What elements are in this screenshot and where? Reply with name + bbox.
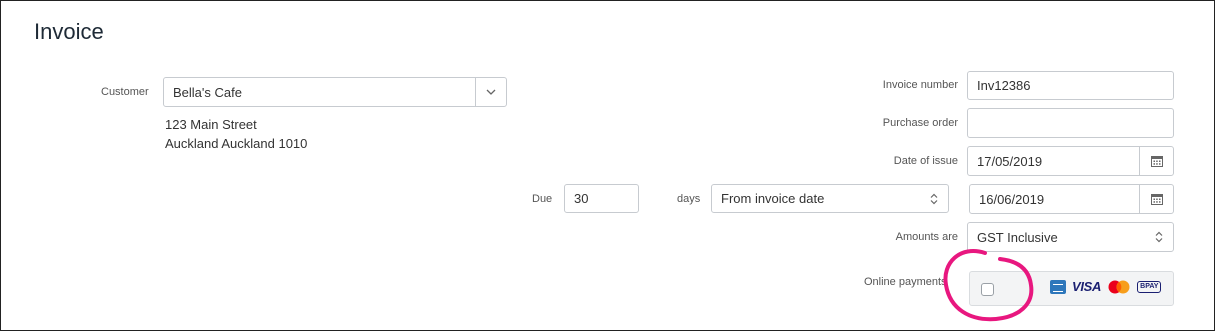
visa-icon: VISA [1072,279,1102,294]
invoice-number-label: Invoice number [882,79,958,91]
days-label: days [677,193,701,205]
bpay-icon: BPAY [1137,280,1162,293]
customer-dropdown-button[interactable] [475,77,507,107]
invoice-number-value: Inv12386 [977,78,1031,93]
highlight-circle [943,249,1034,322]
page-title: Invoice [34,19,104,44]
due-days-field[interactable]: 30 [564,184,639,213]
amounts-are-label: Amounts are [895,231,958,243]
customer-input[interactable]: Bella's Cafe [163,77,476,107]
customer-label: Customer [101,86,149,98]
customer-address-line1: 123 Main Street [165,117,257,132]
due-date-value: 16/06/2019 [979,191,1045,207]
calendar-button[interactable] [1139,185,1173,213]
calendar-icon [1150,194,1163,205]
due-label: Due [532,193,553,205]
customer-address-line2: Auckland Auckland 1010 [165,136,308,151]
customer-value: Bella's Cafe [173,84,242,100]
date-of-issue-label: Date of issue [893,155,958,167]
calendar-icon [1150,156,1163,167]
mastercard-icon [1108,280,1130,293]
due-days-value: 30 [574,191,589,206]
due-terms-value: From invoice date [721,191,825,206]
updown-chevron-icon [1155,231,1163,243]
amex-icon [1050,279,1066,294]
payment-logos: VISA BPAY [1050,279,1162,294]
updown-chevron-icon [930,193,938,204]
due-date-field[interactable]: 16/06/2019 [969,184,1174,214]
purchase-order-label: Purchase order [882,117,958,129]
calendar-button[interactable] [1139,147,1173,175]
purchase-order-field[interactable] [967,108,1174,138]
date-of-issue-value: 17/05/2019 [977,153,1043,169]
invoice-number-field[interactable]: Inv12386 [967,71,1174,100]
due-terms-select[interactable]: From invoice date [711,184,949,213]
date-of-issue-field[interactable]: 17/05/2019 [967,146,1174,176]
chevron-down-icon [486,89,496,95]
